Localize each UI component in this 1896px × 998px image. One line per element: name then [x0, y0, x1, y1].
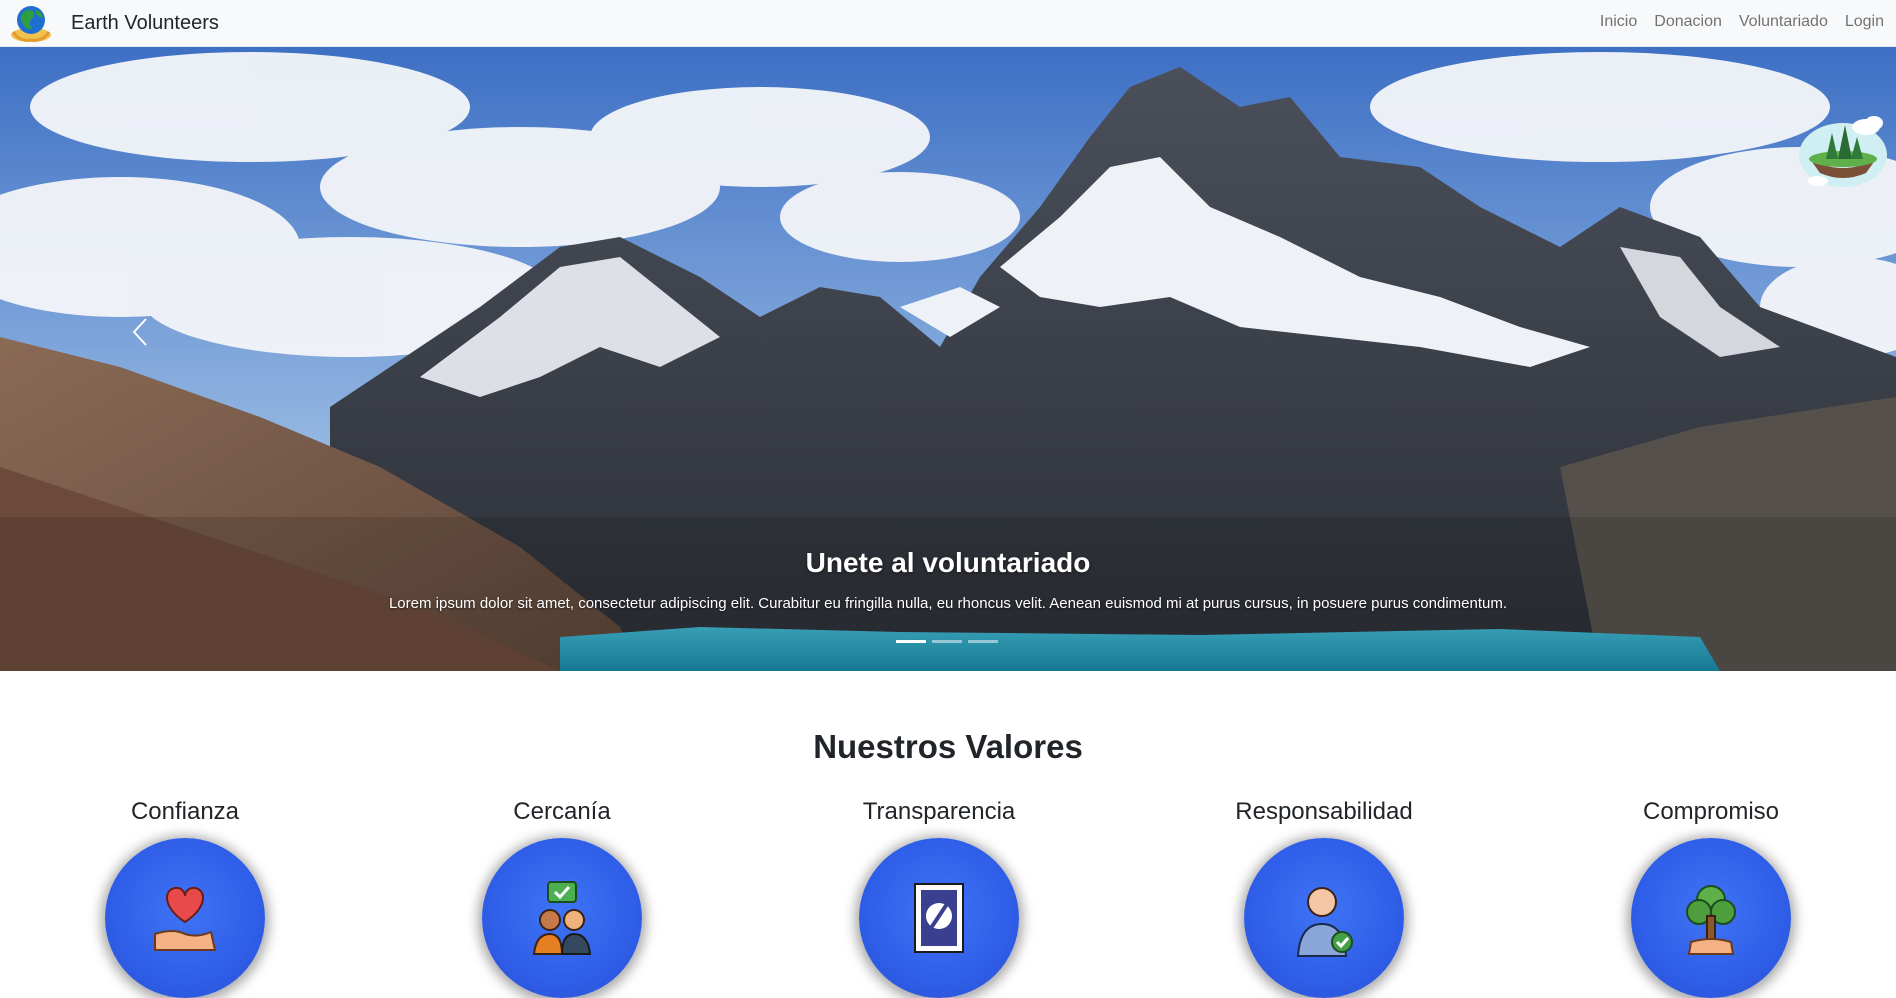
carousel-prev-button[interactable]: [120, 302, 160, 362]
people-chat-icon: [532, 881, 592, 955]
value-card-transparencia: Transparencia: [809, 798, 1069, 998]
earth-logo-icon[interactable]: [8, 2, 54, 44]
value-title: Transparencia: [862, 798, 1016, 825]
value-title: Cercanía: [513, 798, 611, 825]
carousel-caption-text: Lorem ipsum dolor sit amet, consectetur …: [388, 595, 1508, 612]
carousel-caption-title: Unete al voluntariado: [805, 547, 1091, 578]
brand-name[interactable]: Earth Volunteers: [71, 12, 219, 35]
nav-links: Inicio Donacion Voluntariado Login: [1600, 13, 1884, 31]
carousel-indicator-3[interactable]: [968, 640, 998, 643]
value-title: Compromiso: [1642, 798, 1780, 825]
value-title: Responsabilidad: [1235, 798, 1413, 825]
value-icon-circle: [482, 838, 642, 998]
person-check-icon: [1296, 887, 1353, 957]
value-title: Confianza: [130, 798, 240, 825]
document-icon: [914, 883, 964, 953]
nav-voluntariado-link[interactable]: Voluntariado: [1739, 13, 1828, 31]
nav-inicio-link[interactable]: Inicio: [1600, 13, 1637, 31]
chevron-left-icon: [132, 318, 147, 346]
carousel-indicator-2[interactable]: [932, 640, 962, 643]
tree-icon: [1686, 885, 1736, 955]
value-icon-circle: [105, 838, 265, 998]
forest-island-logo-icon[interactable]: [1796, 107, 1890, 191]
value-card-compromiso: Compromiso: [1581, 798, 1841, 998]
value-icon-circle: [1631, 838, 1791, 998]
navbar: Earth Volunteers Inicio Donacion Volunta…: [0, 0, 1896, 47]
carousel-indicators: [896, 640, 998, 643]
nav-login-link[interactable]: Login: [1845, 13, 1884, 31]
carousel-indicator-1[interactable]: [896, 640, 926, 643]
heart-hand-icon: [154, 886, 217, 951]
nav-donacion-link[interactable]: Donacion: [1654, 13, 1722, 31]
value-card-cercania: Cercanía: [432, 798, 692, 998]
hero-carousel: Unete al voluntariado Lorem ipsum dolor …: [0, 47, 1896, 671]
value-card-responsabilidad: Responsabilidad: [1194, 798, 1454, 998]
value-icon-circle: [859, 838, 1019, 998]
value-icon-circle: [1244, 838, 1404, 998]
values-section-title: Nuestros Valores: [813, 728, 1083, 765]
value-card-confianza: Confianza: [55, 798, 315, 998]
